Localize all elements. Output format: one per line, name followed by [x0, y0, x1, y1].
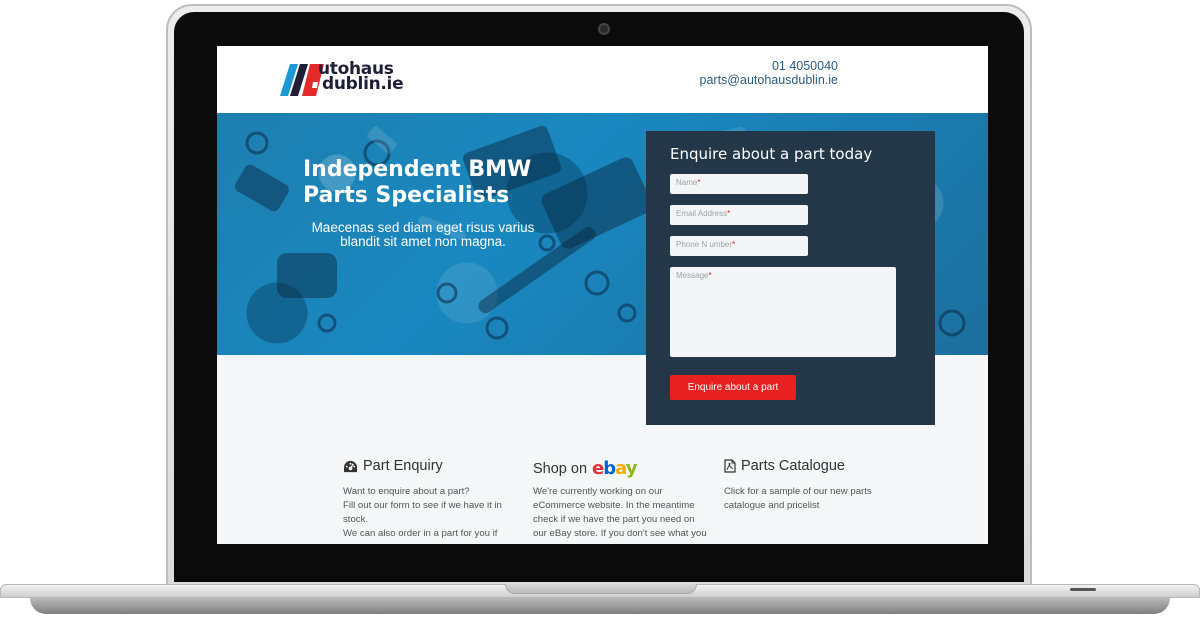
required-marker: *	[732, 240, 736, 249]
required-marker: *	[697, 178, 701, 187]
text-line: Click for a sample of our new parts	[724, 486, 872, 497]
enquiry-form-title: Enquire about a part today	[670, 145, 873, 163]
hero-subtitle: Maecenas sed diam eget risus varius blan…	[311, 220, 535, 249]
contact-info: 01 4050040 parts@autohausdublin.ie	[700, 59, 838, 87]
parts-catalogue-title: Parts Catalogue	[741, 458, 845, 474]
webcam	[598, 23, 610, 35]
autohaus-logo[interactable]: utohaus dublin.ie	[280, 61, 440, 100]
part-enquiry-text: Want to enquire about a part? Fill out o…	[343, 485, 518, 541]
phone-number[interactable]: 01 4050040	[700, 59, 838, 73]
ebay-column: Shop on ebay We're currently working on …	[533, 458, 708, 541]
part-enquiry-title: Part Enquiry	[363, 458, 443, 474]
parts-catalogue-column: Parts Catalogue Click for a sample of ou…	[724, 458, 899, 513]
shop-on-ebay-heading[interactable]: Shop on ebay	[533, 458, 708, 479]
text-line: catalogue and pricelist	[724, 500, 820, 511]
laptop-notch	[505, 584, 697, 594]
text-line: our eBay store. If you don't see what yo…	[533, 528, 707, 539]
message-field[interactable]: Message*	[670, 267, 896, 357]
text-line: stock.	[343, 514, 369, 525]
text-line: check if we have the part you need on	[533, 514, 695, 525]
parts-catalogue-text: Click for a sample of our new parts cata…	[724, 485, 899, 513]
ebay-logo[interactable]: ebay	[592, 458, 638, 479]
text-line: Fill out our form to see if we have it i…	[343, 500, 502, 511]
parts-catalogue-heading[interactable]: Parts Catalogue	[724, 458, 899, 474]
email-field[interactable]: Email Address*	[670, 205, 808, 225]
required-marker: *	[727, 209, 731, 218]
ebay-letter: y	[625, 458, 638, 479]
phone-field-placeholder: Phone N umber	[676, 240, 733, 249]
text-line: eCommerce website. In the meantime	[533, 500, 695, 511]
ebay-letter: b	[603, 458, 616, 479]
website-screen: utohaus dublin.ie 01 4050040 parts@autoh…	[217, 46, 988, 544]
text-line: We can also order in a part for you if	[343, 528, 498, 539]
hero-title: Independent BMW Parts Specialists	[303, 157, 532, 208]
name-field-placeholder: Name	[676, 178, 698, 187]
email-link[interactable]: parts@autohausdublin.ie	[700, 73, 838, 87]
laptop-base	[0, 584, 1200, 622]
ebay-text: We're currently working on our eCommerce…	[533, 485, 708, 541]
enquire-button[interactable]: Enquire about a part	[670, 375, 796, 400]
text-line: We're currently working on our	[533, 486, 663, 497]
logo-line-2: dublin.ie	[322, 74, 404, 94]
gauge-icon	[344, 460, 357, 472]
laptop-port	[1070, 588, 1096, 591]
ebay-letter: a	[615, 458, 627, 479]
name-field[interactable]: Name*	[670, 174, 808, 194]
email-field-placeholder: Email Address	[676, 209, 728, 218]
part-enquiry-column: Part Enquiry Want to enquire about a par…	[343, 458, 518, 541]
message-field-placeholder: Message	[676, 271, 709, 280]
pdf-file-icon	[724, 459, 736, 473]
phone-field[interactable]: Phone N umber*	[670, 236, 808, 256]
required-marker: *	[708, 271, 712, 280]
ebay-letter: e	[592, 458, 604, 479]
site-header: utohaus dublin.ie 01 4050040 parts@autoh…	[217, 46, 988, 113]
part-enquiry-heading[interactable]: Part Enquiry	[343, 458, 518, 474]
enquiry-form-panel: Enquire about a part today Name* Email A…	[646, 131, 935, 425]
logo-text: utohaus dublin.ie	[318, 61, 404, 94]
text-line: Want to enquire about a part?	[343, 486, 470, 497]
shop-on-label: Shop on	[533, 460, 588, 477]
